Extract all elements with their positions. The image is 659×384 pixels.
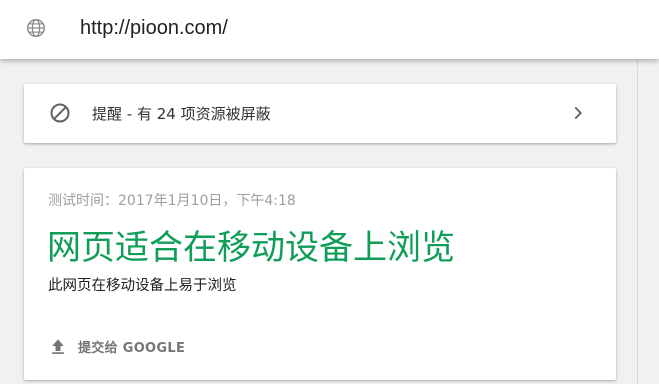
- block-icon: [50, 103, 70, 123]
- blocked-resources-alert[interactable]: 提醒 - 有 24 项资源被屏蔽: [24, 84, 616, 143]
- alert-text: 提醒 - 有 24 项资源被屏蔽: [92, 105, 271, 123]
- mobile-friendly-result-card: 测试时间：2017年1月10日，下午4:18 网页适合在移动设备上浏览 此网页在…: [24, 168, 616, 380]
- submit-label: 提交给 GOOGLE: [78, 340, 186, 356]
- globe-icon: [27, 19, 45, 37]
- result-description: 此网页在移动设备上易于浏览: [48, 278, 237, 294]
- test-time: 测试时间：2017年1月10日，下午4:18: [48, 193, 296, 209]
- submit-to-google-button[interactable]: 提交给 GOOGLE: [48, 332, 185, 360]
- result-headline: 网页适合在移动设备上浏览: [47, 228, 455, 268]
- address-bar: http://pioon.com/: [0, 0, 659, 59]
- chevron-right-icon[interactable]: [567, 102, 589, 124]
- upload-icon: [52, 339, 64, 354]
- divider: [637, 59, 638, 384]
- url-text[interactable]: http://pioon.com/: [80, 16, 228, 40]
